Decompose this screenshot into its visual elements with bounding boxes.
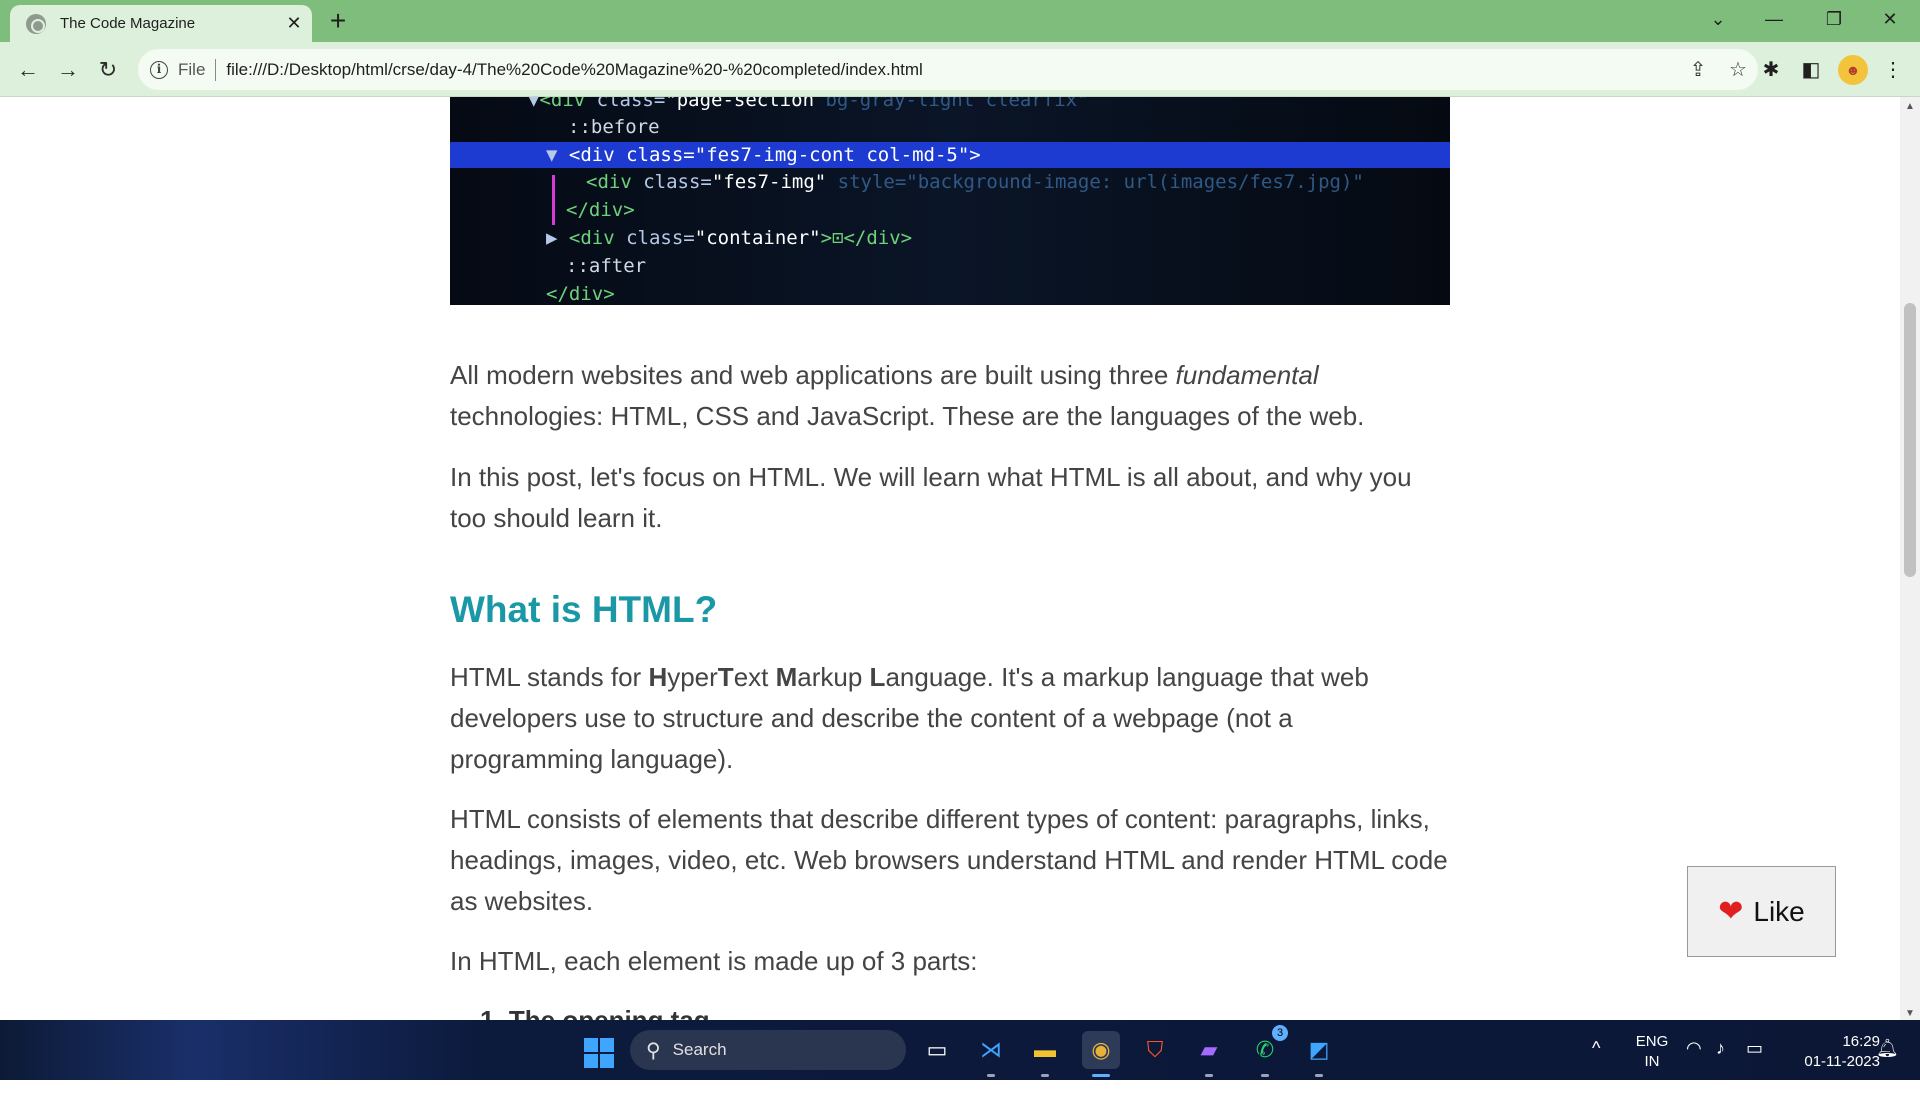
share-icon[interactable]: ⇪ [1678,57,1718,82]
paragraph-definition: HTML stands for HyperText Markup Languag… [450,662,1369,774]
vscode-icon[interactable]: ⋊ [972,1031,1010,1077]
tab-search-icon[interactable]: ⌄ [1690,0,1746,38]
paragraph-intro: All modern websites and web applications… [450,360,1365,431]
code-line: ▶ <div class="container">⊡</div> [546,227,913,249]
address-bar[interactable]: i File file:///D:/Desktop/html/crse/day-… [138,49,1758,90]
region-code: IN [1644,1053,1660,1070]
notification-badge: 3 [1272,1025,1288,1041]
minimize-button[interactable]: — [1746,0,1802,38]
whatsapp-icon[interactable]: ✆ 3 [1246,1025,1288,1077]
chrome-icon[interactable]: ◉ [1082,1031,1120,1077]
scroll-down-arrow-icon[interactable]: ▼ [1900,1008,1920,1019]
heart-icon: ❤ [1718,895,1744,928]
like-label: Like [1753,895,1805,927]
date-text: 01-11-2023 [1804,1053,1880,1070]
tab-title: The Code Magazine [60,15,196,32]
browser-tab[interactable]: The Code Magazine ✕ [10,5,312,42]
paragraph-elements: HTML consists of elements that describe … [450,804,1448,916]
clipchamp-icon[interactable]: ▰ [1190,1031,1228,1077]
selection-bar [552,175,555,225]
page-scrollbar[interactable]: ▲ ▼ [1900,97,1920,1021]
language-code: ENG [1635,1033,1669,1050]
profile-avatar[interactable]: ☻ [1838,55,1868,85]
page-viewport: ▼<div class="page-section bg-gray-light … [0,97,1900,1021]
url-text[interactable]: file:///D:/Desktop/html/crse/day-4/The%2… [226,60,1678,80]
tab-close-icon[interactable]: ✕ [276,13,312,34]
site-info-icon[interactable]: i [150,60,168,79]
notification-bell-icon[interactable]: 🔔︎ [1876,1038,1899,1098]
wifi-icon[interactable]: ◠ [1686,1038,1702,1098]
bookmark-star-icon[interactable]: ☆ [1718,57,1758,82]
tab-strip: The Code Magazine ✕ + ⌄ — ❐ ✕ [0,0,1920,42]
volume-icon[interactable]: ♪ [1716,1038,1725,1098]
search-placeholder: Search [672,1040,727,1059]
side-panel-icon[interactable]: ◧ [1793,52,1829,88]
forward-button[interactable]: → [50,52,86,88]
section-heading: What is HTML? [450,589,718,630]
scheme-label: File [178,59,206,79]
new-tab-button[interactable]: + [322,6,354,38]
time-text: 16:29 [1842,1033,1880,1050]
tray-chevron-icon[interactable]: ^ [1592,1038,1600,1098]
clock[interactable]: 16:29 01-11-2023 [1780,1032,1880,1092]
search-icon: ⚲ [646,1039,661,1062]
reload-button[interactable]: ↻ [90,52,126,88]
photos-icon[interactable]: ◩ [1300,1031,1338,1077]
scroll-up-arrow-icon[interactable]: ▲ [1900,101,1920,112]
battery-icon[interactable]: ▭ [1746,1038,1763,1098]
paragraph-parts: In HTML, each element is made up of 3 pa… [450,946,978,976]
code-line: </div> [546,283,615,305]
browser-toolbar: ← → ↻ i File file:///D:/Desktop/html/crs… [0,42,1920,97]
code-line: <div class="fes7-img" style="background-… [586,171,1364,193]
paragraph-focus: In this post, let's focus on HTML. We wi… [450,462,1412,533]
code-line: ▼<div class="page-section bg-gray-light … [528,97,1089,111]
list-item: 1. The opening tag [480,1005,710,1021]
code-screenshot-image: ▼<div class="page-section bg-gray-light … [450,97,1450,305]
like-button[interactable]: ❤ Like [1687,866,1836,957]
code-line: </div> [566,199,635,221]
task-view-icon[interactable]: ▭ [918,1031,956,1069]
windows-taskbar: ⚲ Search ▭ ⋊ ▬ ◉ ⛉ ▰ ✆ 3 ◩ ^ ENG IN ◠ ♪ ▭… [0,1020,1920,1080]
code-line: ::after [566,255,647,277]
code-line: ::before [568,116,660,138]
start-button[interactable] [584,1038,614,1068]
globe-icon [26,13,46,34]
back-button[interactable]: ← [10,52,46,88]
address-separator [215,58,217,81]
scrollbar-thumb[interactable] [1904,303,1916,577]
menu-icon[interactable]: ⋮ [1875,52,1911,88]
brave-icon[interactable]: ⛉ [1136,1031,1174,1069]
code-line: ▼ <div class="fes7-img-cont col-md-5"> [546,144,981,166]
extensions-icon[interactable]: ✱ [1753,52,1789,88]
taskbar-search[interactable]: ⚲ Search [630,1030,906,1070]
language-indicator[interactable]: ENG IN [1632,1032,1672,1092]
close-window-button[interactable]: ✕ [1862,0,1918,38]
restore-button[interactable]: ❐ [1806,0,1862,38]
file-explorer-icon[interactable]: ▬ [1026,1031,1064,1077]
